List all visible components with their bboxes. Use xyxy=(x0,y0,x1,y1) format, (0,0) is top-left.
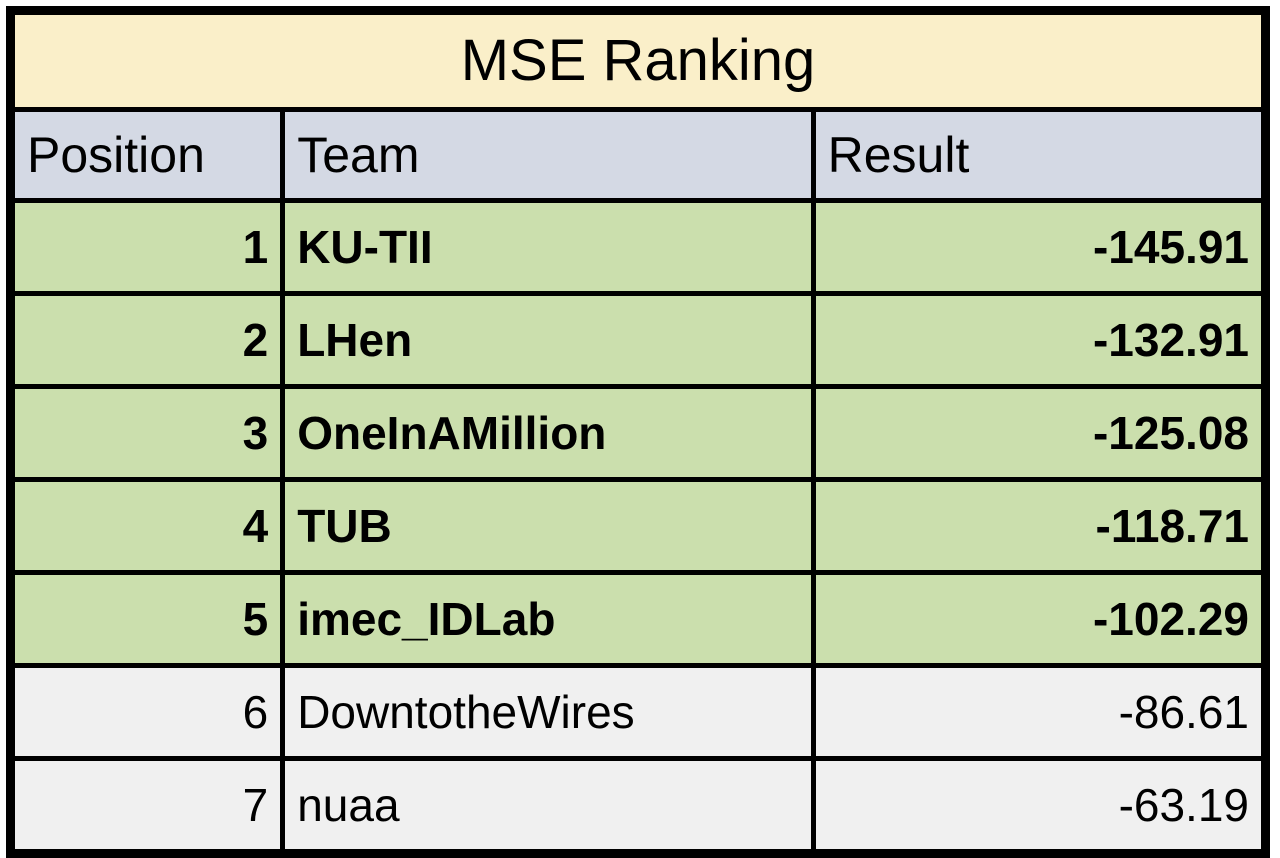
cell-team: LHen xyxy=(280,291,816,389)
cell-result: -145.91 xyxy=(810,198,1269,296)
table-row: 3 OneInAMillion -125.08 xyxy=(7,384,1269,482)
table-header-row: Position Team Result xyxy=(7,107,1269,203)
cell-result: -86.61 xyxy=(810,663,1269,761)
ranking-table-container: MSE Ranking Position Team Result 1 KU-TII… xyxy=(0,0,1280,858)
cell-team: TUB xyxy=(280,477,816,575)
cell-position: 7 xyxy=(7,756,286,856)
table-row: 4 TUB -118.71 xyxy=(7,477,1269,575)
mse-ranking-table: MSE Ranking Position Team Result 1 KU-TII… xyxy=(6,6,1270,858)
cell-result: -102.29 xyxy=(810,570,1269,668)
table-row: 5 imec_IDLab -102.29 xyxy=(7,570,1269,668)
cell-position: 5 xyxy=(7,570,286,668)
cell-team: imec_IDLab xyxy=(280,570,816,668)
cell-team: DowntotheWires xyxy=(280,663,816,761)
cell-position: 3 xyxy=(7,384,286,482)
column-header-position: Position xyxy=(7,107,286,203)
table-row: 6 DowntotheWires -86.61 xyxy=(7,663,1269,761)
cell-position: 2 xyxy=(7,291,286,389)
column-header-team: Team xyxy=(280,107,816,203)
cell-result: -125.08 xyxy=(810,384,1269,482)
cell-result: -118.71 xyxy=(810,477,1269,575)
cell-position: 1 xyxy=(7,198,286,296)
table-row: 7 nuaa -63.19 xyxy=(7,756,1269,856)
table-row: 1 KU-TII -145.91 xyxy=(7,198,1269,296)
page-title: MSE Ranking xyxy=(8,8,1268,112)
cell-team: OneInAMillion xyxy=(280,384,816,482)
cell-result: -132.91 xyxy=(810,291,1269,389)
cell-team: KU-TII xyxy=(280,198,816,296)
cell-result: -63.19 xyxy=(810,756,1269,856)
column-header-result: Result xyxy=(810,107,1269,203)
table-title-row: MSE Ranking xyxy=(8,8,1268,112)
cell-position: 4 xyxy=(7,477,286,575)
cell-position: 6 xyxy=(7,663,286,761)
cell-team: nuaa xyxy=(280,756,816,856)
table-row: 2 LHen -132.91 xyxy=(7,291,1269,389)
